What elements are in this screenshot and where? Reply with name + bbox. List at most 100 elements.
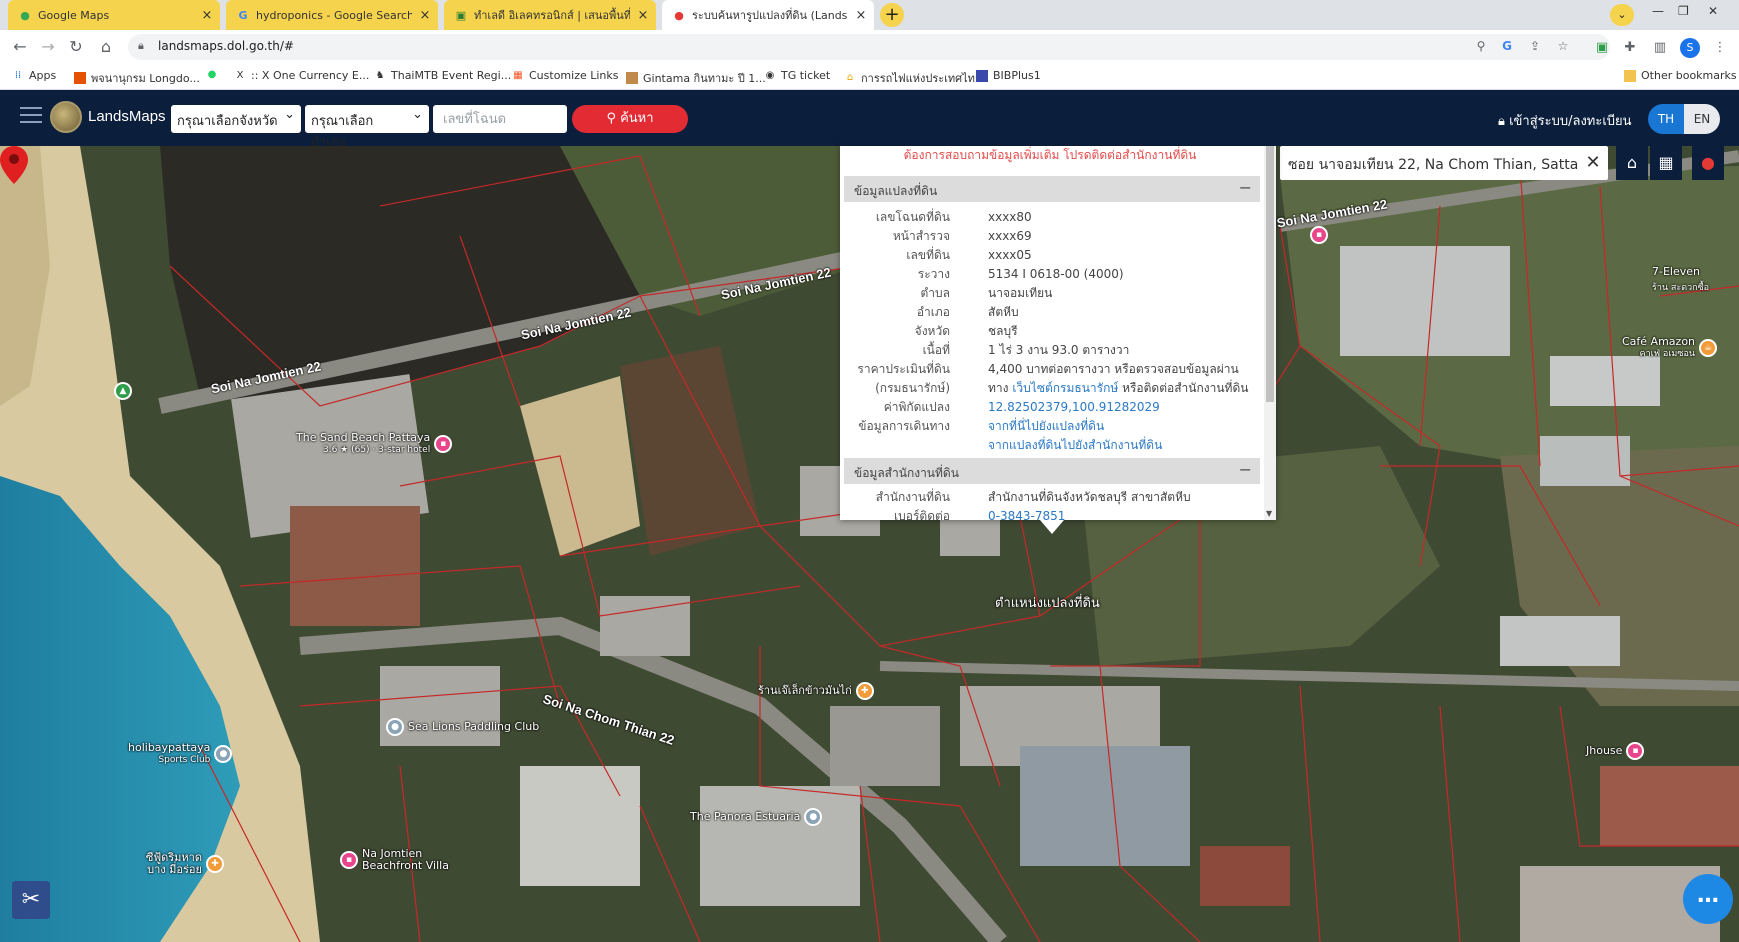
parcel-info-popup[interactable]: ต้องการสอบถามข้อมูลเพิ่มเติม โปรดติดต่อส… (840, 146, 1276, 520)
row-value: สำนักงานที่ดินจังหวัดชลบุรี สาขาสัตหีบ (988, 490, 1191, 504)
treasury-pre: ทาง (988, 381, 1013, 395)
tools-icon[interactable]: ✂ (12, 881, 50, 919)
google-lens-icon[interactable]: G (1498, 39, 1516, 55)
tab-landsmaps[interactable]: ● ระบบค้นหารูปแปลงที่ดิน (LandsMaps) × (662, 0, 874, 30)
location-icon[interactable]: ⚲ (1472, 39, 1490, 55)
row-key: ตำบล (920, 286, 950, 300)
bookmark-xone[interactable]: X:: X One Currency E... (234, 69, 370, 82)
reload-icon[interactable]: ↻ (64, 35, 88, 59)
poi-name: ร้านเจ๊เล็กข้าวมันไก่ (758, 684, 852, 697)
poi-name: The Sand Beach Pattaya (296, 431, 431, 444)
browser-toolbar: ← → ↻ ⌂ 🔒︎ landsmaps.dol.go.th/# ⚲ G ⇪ ☆… (0, 30, 1739, 64)
district-select[interactable]: กรุณาเลือกอำเภอ (305, 105, 429, 150)
section-header-parcel[interactable]: ข้อมูลแปลงที่ดิน − (844, 176, 1260, 202)
tab-property[interactable]: ▣ ทำเลดี อิเลคทรอนิกส์ | เสนอพื้นที่เช่า… (444, 0, 656, 30)
chat-button[interactable]: … (1683, 874, 1733, 924)
home-icon[interactable]: ⌂ (1616, 146, 1648, 180)
scrollbar-thumb[interactable] (1266, 146, 1274, 402)
poi-sand-beach-hotel[interactable]: The Sand Beach Pattaya 3.6 ★ (65) · 3-st… (296, 431, 453, 456)
bookmark-thaimtb[interactable]: ♞ ThaiMTB Event Regi... (374, 69, 512, 82)
star-icon[interactable]: ☆ (1554, 39, 1572, 55)
collapse-icon[interactable]: − (1239, 460, 1252, 479)
minimize-button[interactable]: — (1652, 4, 1664, 18)
phone-link[interactable]: 0-3843-7851 (988, 509, 1065, 520)
restaurant-icon: ✚ (206, 855, 224, 873)
extension-icon[interactable]: ▣ (1592, 38, 1612, 58)
kebab-menu-icon[interactable]: ⋮ (1710, 38, 1730, 58)
popup-pointer (1040, 520, 1064, 534)
forward-icon[interactable]: → (36, 35, 60, 59)
bookmark-gintama[interactable]: Gintama กินทามะ ปี 1... (626, 69, 766, 87)
collapse-icon[interactable]: − (1239, 178, 1252, 197)
bookmark-srt[interactable]: ⌂ การรถไฟแห่งประเทศไทย (844, 69, 982, 87)
poi-rice-shop[interactable]: ร้านเจ๊เล็กข้าวมันไก่ ✚ (758, 682, 874, 700)
bookmark-longdo[interactable]: พจนานุกรม Longdo... (74, 69, 200, 87)
poi-park-marker[interactable]: ▲ (114, 382, 132, 400)
poi-7eleven[interactable]: 7-Eleven ร้าน สะดวกซื้อ (1652, 266, 1709, 294)
poi-panora[interactable]: The Panora Estuaria ● (690, 808, 823, 826)
bookmark-other[interactable]: Other bookmarks (1624, 69, 1737, 82)
poi-cafe-amazon[interactable]: Café Amazon คาเฟ่ อเมซอน ☕︎ (1622, 336, 1718, 360)
bookmark-label: ThaiMTB Event Regi... (391, 69, 512, 82)
tab-title: Google Maps (38, 8, 110, 22)
deed-number-input[interactable] (433, 105, 567, 133)
coordinates-link[interactable]: 12.82502379,100.91282029 (988, 400, 1160, 414)
bookmark-customize[interactable]: ▦ Customize Links (512, 69, 618, 82)
poi-seafood[interactable]: ซีฟู้ดริมหาด บาง มี่อร่อย ✚ (136, 852, 224, 876)
directions-to-office-link[interactable]: จากแปลงที่ดินไปยังสำนักงานที่ดิน (988, 438, 1162, 452)
row-key: เนื้อที่ (922, 343, 950, 357)
parcel-location-pin-icon[interactable] (0, 146, 28, 184)
lang-th-button[interactable]: TH (1648, 104, 1684, 134)
treasury-website-link[interactable]: เว็บไซต์กรมธนารักษ์ (1012, 381, 1118, 395)
sidepanel-icon[interactable]: ▥ (1650, 38, 1670, 58)
login-link[interactable]: 🔒︎ เข้าสู่ระบบ/ลงทะเบียน (1498, 110, 1632, 131)
place-icon: ● (386, 718, 404, 736)
clear-search-icon[interactable]: ✕ (1580, 146, 1606, 180)
info-row-travel2: จากแปลงที่ดินไปยังสำนักงานที่ดิน (840, 436, 1260, 455)
share-icon[interactable]: ⇪ (1526, 39, 1544, 55)
home-icon[interactable]: ⌂ (94, 35, 118, 59)
location-pin-icon[interactable]: ● (1692, 146, 1724, 180)
poi-beachfront-villa[interactable]: ▪ Na Jomtien Beachfront Villa (340, 848, 472, 872)
poi-holibay[interactable]: holibaypattaya Sports Club ● (128, 742, 233, 766)
profile-avatar[interactable]: S (1680, 38, 1700, 58)
directions-to-parcel-link[interactable]: จากที่นี่ไปยังแปลงที่ดิน (988, 419, 1104, 433)
bookmark-whatsapp[interactable]: ● (206, 69, 223, 81)
close-tab-icon[interactable]: × (636, 8, 650, 23)
poi-jhouse[interactable]: Jhouse ▪ (1586, 742, 1645, 760)
tab-title: hydroponics - Google Search (256, 8, 412, 22)
bookmark-bibplus[interactable]: BIBPlus1 (976, 69, 1041, 82)
maximize-button[interactable]: ❐ (1678, 4, 1689, 18)
province-select[interactable]: กรุณาเลือกจังหวัด (171, 105, 301, 133)
new-tab-button[interactable]: + (880, 3, 904, 27)
app-header: LandsMaps กรุณาเลือกจังหวัด กรุณาเลือกอำ… (0, 90, 1739, 150)
park-icon: ▲ (114, 382, 132, 400)
grid-layer-icon[interactable]: ▦ (1650, 146, 1682, 180)
close-window-button[interactable]: ✕ (1708, 4, 1718, 18)
hamburger-menu-icon[interactable] (20, 107, 42, 128)
contact-notice: ต้องการสอบถามข้อมูลเพิ่มเติม โปรดติดต่อส… (903, 148, 1197, 162)
close-tab-icon[interactable]: × (854, 8, 868, 23)
bookmark-tg-ticket[interactable]: ◉ TG ticket (764, 69, 831, 82)
url-text: landsmaps.dol.go.th/# (158, 39, 294, 53)
poi-hotel-marker[interactable]: ▪ (1310, 226, 1328, 244)
lang-en-button[interactable]: EN (1684, 104, 1720, 134)
poi-sea-lions[interactable]: ● Sea Lions Paddling Club (386, 718, 539, 736)
scroll-down-icon[interactable]: ▼ (1266, 509, 1272, 518)
bookmark-apps[interactable]: ⁞⁞ Apps (12, 69, 56, 82)
bookmark-label: Gintama กินทามะ ปี 1... (643, 72, 766, 85)
back-icon[interactable]: ← (8, 35, 32, 59)
row-key: ราคาประเมินที่ดิน (857, 362, 950, 376)
popup-scrollbar[interactable]: ▼ (1264, 146, 1276, 520)
section-title: ข้อมูลแปลงที่ดิน (854, 184, 938, 198)
tab-google-maps[interactable]: ● Google Maps × (8, 0, 220, 30)
search-button[interactable]: ⚲ ค้นหา (572, 105, 688, 133)
section-header-office[interactable]: ข้อมูลสำนักงานที่ดิน − (844, 458, 1260, 484)
puzzle-icon[interactable]: ✚ (1620, 38, 1640, 58)
map-search-box[interactable]: ซอย นาจอมเทียน 22, Na Chom Thian, Satta (1280, 146, 1608, 180)
tab-search-button[interactable]: ⌄ (1610, 4, 1634, 26)
close-tab-icon[interactable]: × (200, 8, 214, 23)
address-bar[interactable]: 🔒︎ landsmaps.dol.go.th/# ⚲ G ⇪ ☆ (128, 34, 1610, 60)
close-tab-icon[interactable]: × (418, 8, 432, 23)
tab-hydroponics[interactable]: G hydroponics - Google Search × (226, 0, 438, 30)
